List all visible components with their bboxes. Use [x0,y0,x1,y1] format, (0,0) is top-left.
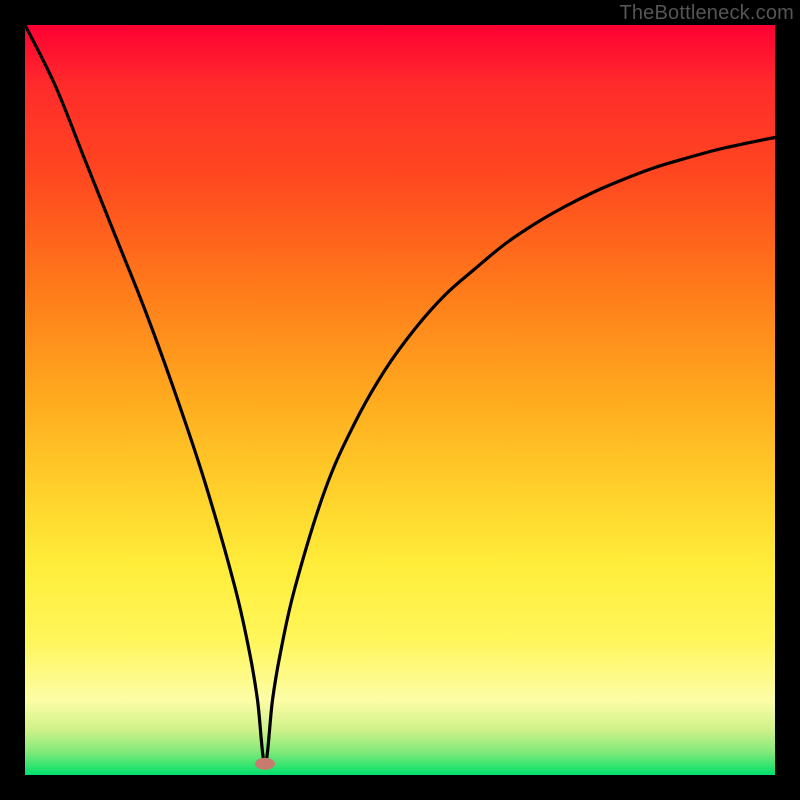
watermark-text: TheBottleneck.com [619,2,794,25]
plot-area [25,25,775,775]
chart-frame: TheBottleneck.com [0,0,800,800]
bottleneck-curve [25,25,775,775]
